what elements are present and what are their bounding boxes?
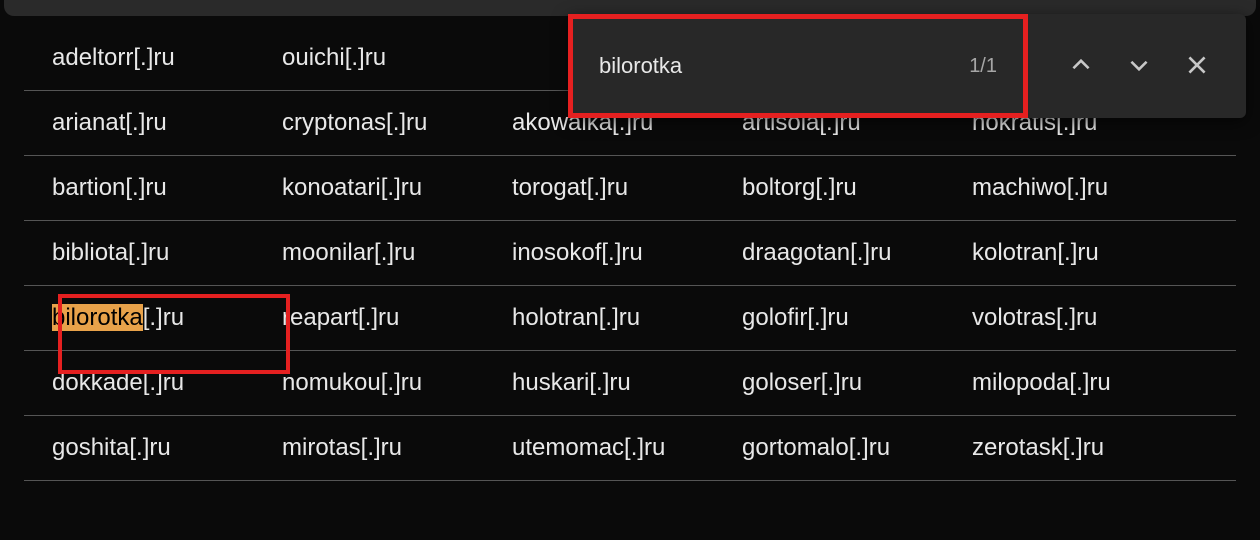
find-close-button[interactable] — [1184, 52, 1210, 81]
domain-cell: reapart[.]ru — [254, 304, 484, 332]
table-row: goshita[.]rumirotas[.]ruutemomac[.]rugor… — [24, 416, 1236, 481]
domain-cell: inosokof[.]ru — [484, 239, 714, 267]
domain-cell: torogat[.]ru — [484, 174, 714, 202]
chevron-up-icon — [1068, 52, 1094, 81]
domain-cell: mirotas[.]ru — [254, 434, 484, 462]
table-row: dokkade[.]runomukou[.]ruhuskari[.]rugolo… — [24, 351, 1236, 416]
domain-cell: adeltorr[.]ru — [24, 44, 254, 72]
domain-cell: golofir[.]ru — [714, 304, 944, 332]
domain-cell: huskari[.]ru — [484, 369, 714, 397]
domain-cell: boltorg[.]ru — [714, 174, 944, 202]
find-controls — [1028, 52, 1246, 81]
find-box: 1/1 — [568, 14, 1028, 118]
domain-cell: arianat[.]ru — [24, 109, 254, 137]
domain-cell: volotras[.]ru — [944, 304, 1194, 332]
domain-cell: cryptonas[.]ru — [254, 109, 484, 137]
find-match-highlight: bilorotka — [52, 304, 143, 331]
domain-cell: bilorotka[.]ru — [24, 304, 254, 332]
domain-cell: draagotan[.]ru — [714, 239, 944, 267]
domain-cell: gortomalo[.]ru — [714, 434, 944, 462]
chevron-down-icon — [1126, 52, 1152, 81]
table-row: bartion[.]rukonoatari[.]rutorogat[.]rubo… — [24, 156, 1236, 221]
find-input[interactable] — [599, 53, 957, 79]
find-bar: 1/1 — [568, 14, 1246, 118]
find-next-button[interactable] — [1126, 52, 1152, 81]
domain-cell: bartion[.]ru — [24, 174, 254, 202]
domain-cell: konoatari[.]ru — [254, 174, 484, 202]
domain-cell: machiwo[.]ru — [944, 174, 1194, 202]
domain-cell: zerotask[.]ru — [944, 434, 1194, 462]
domain-cell: kolotran[.]ru — [944, 239, 1194, 267]
domain-cell: holotran[.]ru — [484, 304, 714, 332]
domain-cell: ouichi[.]ru — [254, 44, 484, 72]
domain-cell: milopoda[.]ru — [944, 369, 1194, 397]
close-icon — [1184, 52, 1210, 81]
find-prev-button[interactable] — [1068, 52, 1094, 81]
domain-cell: nomukou[.]ru — [254, 369, 484, 397]
domain-cell: goloser[.]ru — [714, 369, 944, 397]
table-row: bibliota[.]rumoonilar[.]ruinosokof[.]rud… — [24, 221, 1236, 286]
find-count: 1/1 — [969, 55, 997, 78]
domain-cell: bibliota[.]ru — [24, 239, 254, 267]
table-row: bilorotka[.]rureapart[.]ruholotran[.]rug… — [24, 286, 1236, 351]
domain-cell: dokkade[.]ru — [24, 369, 254, 397]
domain-cell: goshita[.]ru — [24, 434, 254, 462]
domain-cell: utemomac[.]ru — [484, 434, 714, 462]
domain-cell: moonilar[.]ru — [254, 239, 484, 267]
